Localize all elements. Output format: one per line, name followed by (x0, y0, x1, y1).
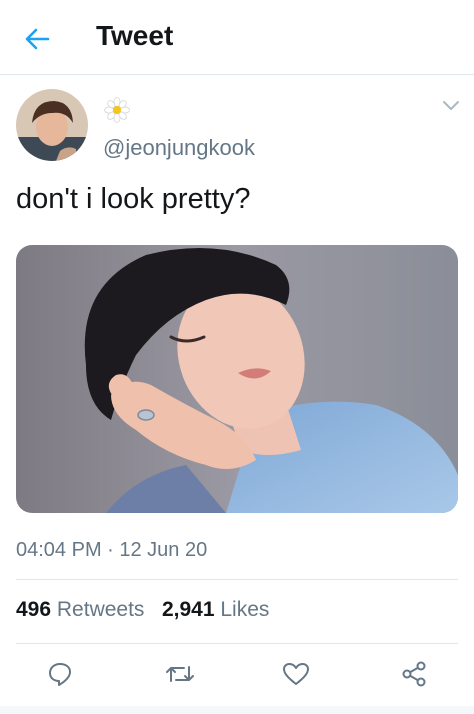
retweet-count[interactable]: 496 Retweets (16, 598, 144, 621)
like-button[interactable] (278, 656, 314, 692)
like-count[interactable]: 2,941 Likes (162, 598, 269, 621)
share-icon (402, 661, 426, 687)
reply-button[interactable] (42, 656, 78, 692)
bottom-strip (0, 706, 474, 714)
retweet-button[interactable] (162, 656, 198, 692)
avatar[interactable] (16, 89, 88, 161)
divider (16, 579, 458, 580)
top-bar: Tweet (0, 0, 474, 75)
chevron-down-icon[interactable] (441, 99, 461, 113)
tweet-text: don't i look pretty? (16, 183, 251, 215)
reply-icon (49, 663, 71, 686)
arrow-left-icon[interactable] (22, 24, 52, 54)
action-bar (0, 656, 474, 696)
like-icon (283, 663, 309, 685)
daisy-flower-icon (104, 97, 130, 123)
share-button[interactable] (396, 656, 432, 692)
divider (16, 643, 458, 644)
tweet-photo[interactable] (16, 245, 458, 513)
user-handle[interactable]: @jeonjungkook (103, 135, 255, 161)
tweet-timestamp: 04:04 PM · 12 Jun 20 (16, 539, 208, 561)
page-title: Tweet (96, 20, 174, 51)
retweet-icon (166, 666, 194, 682)
tweet-stats: 496 Retweets 2,941 Likes (16, 598, 269, 622)
